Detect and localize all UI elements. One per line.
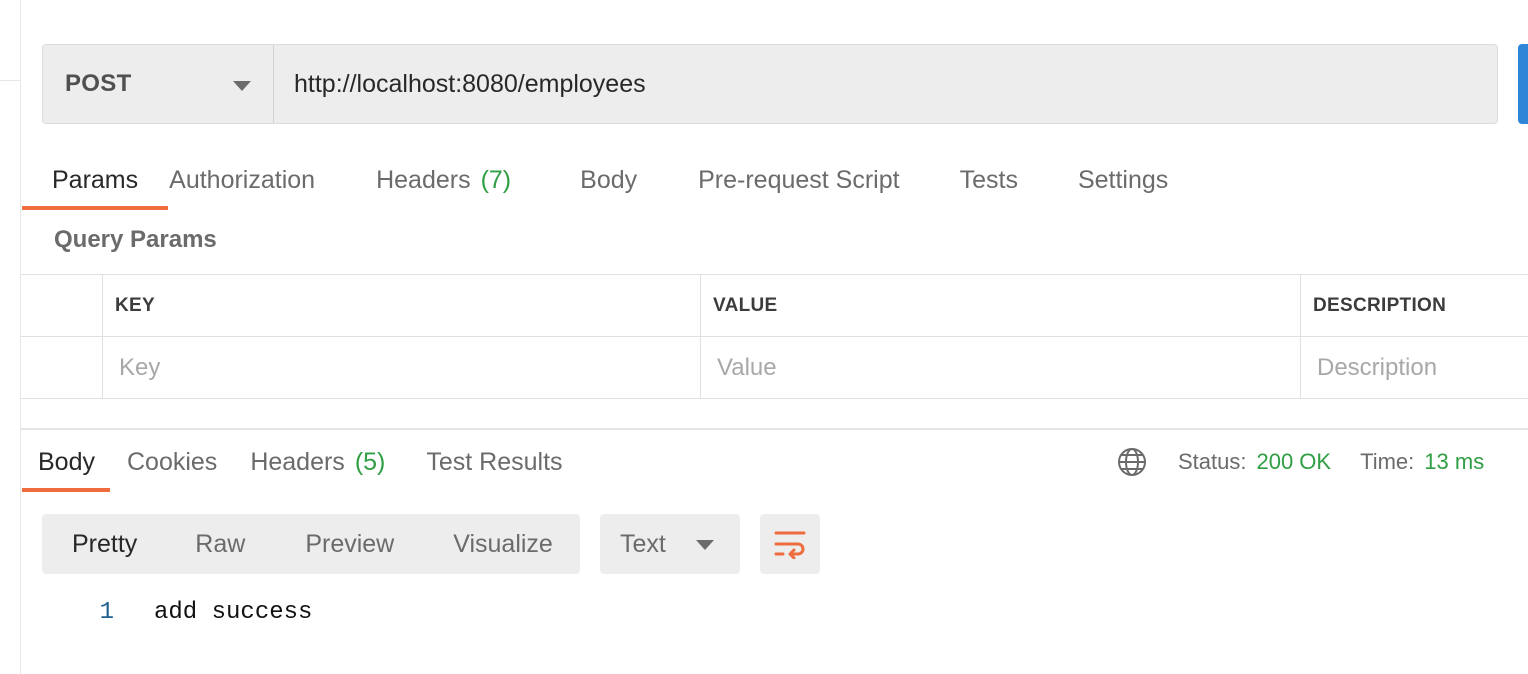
query-params-table: KEY VALUE DESCRIPTION Key Value Descript… [21,274,1528,399]
format-pretty-button[interactable]: Pretty [42,514,137,574]
value-input[interactable]: Value [701,337,1301,398]
tab-authorization[interactable]: Authorization [169,150,315,210]
method-label: POST [65,70,132,97]
tab-label: Tests [959,165,1018,194]
time-label: Time: [1360,449,1415,474]
tab-test-results[interactable]: Test Results [426,432,562,492]
tab-label: Cookies [126,447,218,476]
code-line: 1 add success [0,594,313,630]
key-placeholder: Key [119,353,161,381]
response-divider[interactable] [21,428,1528,430]
format-visualize-button[interactable]: Visualize [453,514,553,574]
tab-label: Params [52,165,139,194]
tab-tests[interactable]: Tests [960,150,1018,210]
response-tabs: Body Cookies Headers (5) Test Results [22,432,563,494]
format-label: Raw [195,529,246,558]
tab-response-body[interactable]: Body [22,432,110,492]
tab-settings[interactable]: Settings [1078,150,1168,210]
url-input[interactable] [274,45,1497,123]
response-status: Status: 200 OK Time: 13 ms [1178,446,1484,478]
tab-label: Headers [250,447,345,476]
wrap-lines-button[interactable] [760,514,820,574]
tab-label: Body [580,165,638,194]
globe-icon[interactable] [1116,446,1148,478]
column-header-label: DESCRIPTION [1313,294,1447,316]
postman-request-panel: POST Params Authorization Headers (7) Bo… [0,0,1528,674]
tab-label: Body [38,447,95,476]
send-button[interactable] [1518,44,1528,124]
row-handle [21,337,103,398]
tab-count: (7) [480,165,512,194]
format-preview-button[interactable]: Preview [305,514,394,574]
description-placeholder: Description [1317,353,1438,381]
column-header-value: VALUE [701,275,1301,336]
tab-label: Authorization [169,165,316,194]
tab-label: Pre-request Script [698,165,900,194]
status-value[interactable]: 200 OK [1256,449,1331,475]
table-row: Key Value Description [21,337,1528,399]
tab-label: Headers [376,165,471,194]
method-select[interactable]: POST [43,45,274,123]
response-format-group: Pretty Raw Preview Visualize [42,514,580,574]
value-placeholder: Value [717,353,777,381]
tab-count: (5) [354,447,386,476]
tab-cookies[interactable]: Cookies [127,432,217,492]
column-header-label: KEY [115,294,155,316]
format-label: Pretty [72,529,138,558]
request-url-bar: POST [42,44,1498,124]
column-header-description: DESCRIPTION [1301,275,1528,336]
tab-headers[interactable]: Headers (7) [376,150,511,210]
tab-response-headers[interactable]: Headers (5) [250,432,385,492]
table-header-row: KEY VALUE DESCRIPTION [21,275,1528,337]
tab-pre-request-script[interactable]: Pre-request Script [698,150,899,210]
column-header-key: KEY [103,275,701,336]
status-label: Status: [1178,449,1247,474]
code-text[interactable]: add success [154,599,312,626]
time-value[interactable]: 13 ms [1424,449,1484,475]
line-number: 1 [99,598,114,626]
tab-label: Test Results [426,447,563,476]
tab-label: Settings [1077,165,1169,194]
key-input[interactable]: Key [103,337,701,398]
language-select[interactable]: Text [600,514,740,574]
left-sidebar-edge [0,0,21,674]
tab-params[interactable]: Params [22,150,169,210]
column-header-label: VALUE [713,294,778,316]
format-label: Visualize [453,529,553,558]
tab-body[interactable]: Body [580,150,637,210]
chevron-down-icon [696,540,714,550]
format-label: Preview [305,529,395,558]
chevron-down-icon [233,81,251,91]
row-handle-column [21,275,103,336]
wrap-lines-icon [774,531,806,559]
request-tabs: Params Authorization Headers (7) Body Pr… [22,150,1168,210]
format-raw-button[interactable]: Raw [195,514,245,574]
description-input[interactable]: Description [1301,337,1528,398]
query-params-title: Query Params [54,226,217,253]
language-label: Text [620,529,666,558]
left-sidebar-divider [0,80,21,81]
